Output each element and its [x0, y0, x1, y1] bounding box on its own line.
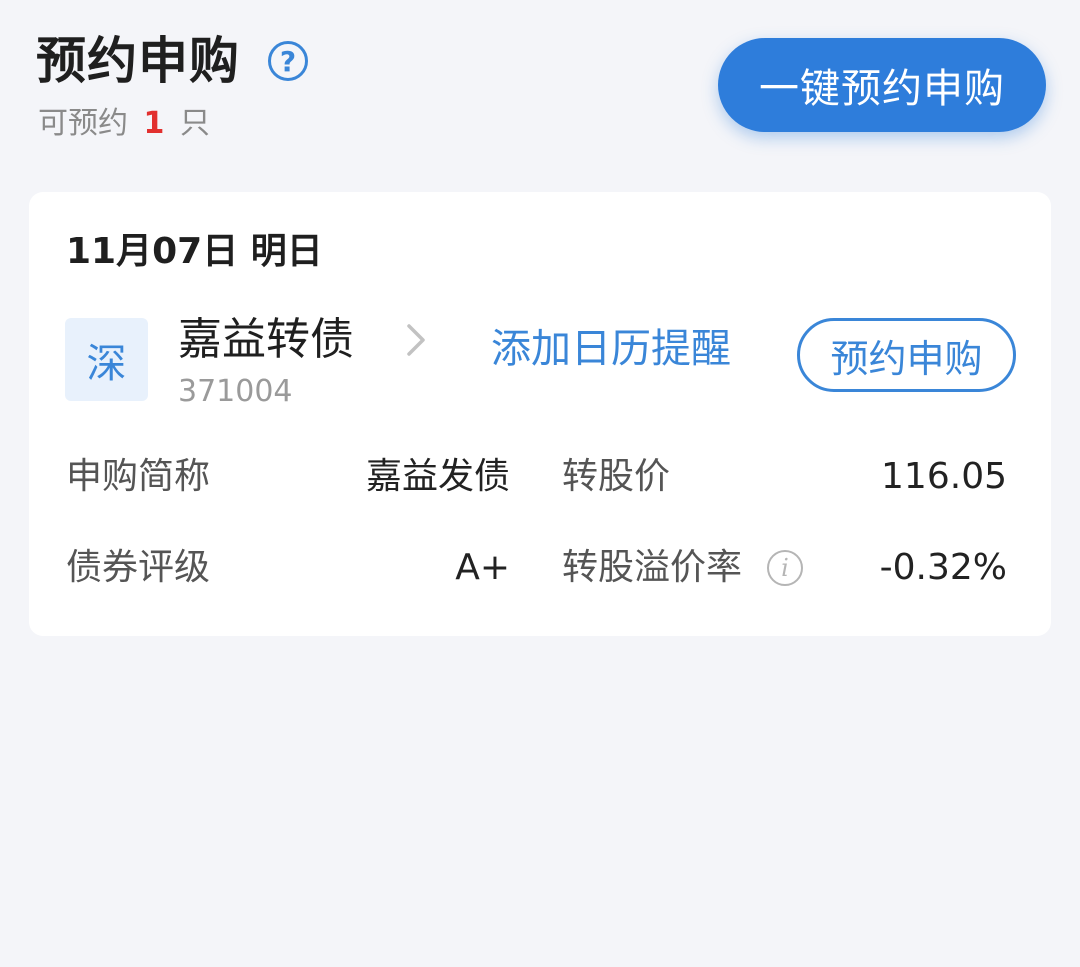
- premium-rate-value: -0.32%: [879, 547, 1007, 588]
- title-row: 预约申购 ?: [36, 28, 308, 94]
- one-click-reserve-button[interactable]: 一键预约申购: [718, 38, 1046, 132]
- bond-rating-value: A+: [455, 547, 510, 588]
- subscription-date: 11月07日 明日: [66, 228, 323, 276]
- available-prefix: 可预约: [38, 106, 128, 141]
- premium-rate-label: 转股溢价率: [562, 547, 743, 588]
- bond-code: 371004: [178, 374, 293, 409]
- info-circle-icon[interactable]: i: [767, 550, 803, 586]
- bond-card: 11月07日 明日 深 嘉益转债 371004 添加日历提醒 预约申购 申购简称…: [29, 192, 1051, 636]
- page-title: 预约申购: [36, 32, 240, 90]
- reserve-subscribe-button[interactable]: 预约申购: [797, 318, 1016, 392]
- chevron-right-icon[interactable]: [401, 320, 431, 360]
- page-header: 预约申购 ? 可预约 1 只 一键预约申购: [0, 0, 1080, 180]
- day-label: 明日: [250, 231, 323, 272]
- question-circle-icon[interactable]: ?: [268, 41, 308, 81]
- add-calendar-reminder-link[interactable]: 添加日历提醒: [491, 322, 731, 376]
- subscribe-abbr-value: 嘉益发债: [365, 456, 510, 497]
- available-count-text: 可预约 1 只: [38, 104, 210, 144]
- available-suffix: 只: [179, 106, 210, 141]
- bond-rating-label: 债券评级: [66, 547, 211, 588]
- conversion-price-value: 116.05: [881, 456, 1007, 497]
- bond-name[interactable]: 嘉益转债: [178, 312, 354, 368]
- date-text: 11月07日: [66, 231, 239, 272]
- market-badge: 深: [65, 318, 148, 401]
- subscribe-abbr-label: 申购简称: [66, 456, 211, 497]
- available-count: 1: [143, 106, 165, 141]
- conversion-price-label: 转股价: [562, 456, 671, 497]
